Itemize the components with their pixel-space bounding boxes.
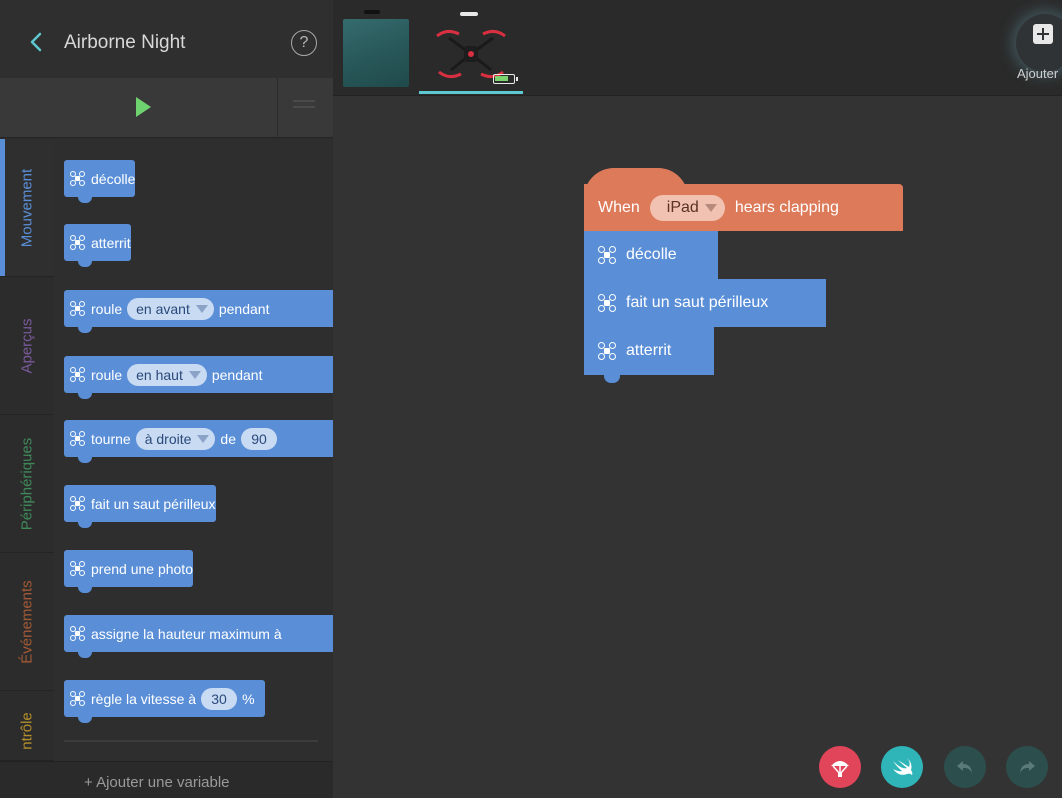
chevron-down-icon: [188, 370, 201, 379]
drone-icon: [70, 691, 85, 706]
tab-label: Mouvement: [18, 168, 36, 247]
drone-icon: [70, 431, 85, 446]
add-variable-label: + Ajouter une variable: [84, 774, 230, 791]
selected-indicator: [419, 91, 523, 94]
palette-block-roule-avant[interactable]: roule en avant pendant: [64, 290, 333, 333]
block-notch: [604, 375, 620, 383]
swift-button[interactable]: [881, 746, 923, 788]
block-label: atterrit: [626, 342, 672, 359]
redo-icon: [1020, 761, 1035, 773]
tab-indicator: [0, 139, 5, 276]
hat-when-label: When: [598, 198, 640, 216]
tab-label: Événements: [18, 579, 36, 664]
hat-event-label: hears clapping: [734, 198, 839, 216]
palette-block-saut[interactable]: fait un saut périlleux: [64, 485, 216, 528]
block-label: décolle: [91, 170, 136, 187]
undo-icon: [957, 761, 972, 773]
category-tabs: Mouvement Aperçus Périphériques Événemen…: [0, 139, 54, 761]
battery-level: [495, 76, 508, 81]
workspace-block-atterrit[interactable]: atterrit: [584, 327, 714, 375]
drone-thumbnail[interactable]: [419, 10, 523, 94]
palette-block-atterrit[interactable]: atterrit: [64, 224, 131, 267]
drone-icon: [70, 561, 85, 576]
header: Airborne Night ?: [0, 0, 333, 88]
page-indicator: [364, 10, 380, 14]
drone-icon: [70, 301, 85, 316]
tab-mouvement[interactable]: Mouvement: [0, 139, 54, 277]
camera-thumbnail[interactable]: [343, 19, 409, 87]
redo-button[interactable]: [1006, 746, 1048, 788]
direction-dropdown[interactable]: en haut: [127, 363, 207, 386]
drone-icon: [598, 246, 616, 264]
block-label: fait un saut périlleux: [626, 294, 769, 311]
tab-label: Aperçus: [18, 317, 36, 374]
undo-button[interactable]: [944, 746, 986, 788]
unit-label: %: [242, 690, 255, 707]
drone-icon: [70, 171, 85, 186]
palette-block-vitesse[interactable]: règle la vitesse à 30 %: [64, 680, 265, 723]
emergency-button[interactable]: [819, 746, 861, 788]
battery-icon: [493, 74, 518, 84]
project-title: Airborne Night: [64, 32, 186, 53]
tab-controle[interactable]: ntrôle: [0, 691, 54, 761]
block-label: fait un saut périlleux: [91, 495, 216, 512]
block-label: roule: [91, 300, 123, 317]
drone-icon: [70, 235, 85, 250]
add-variable-button[interactable]: + Ajouter une variable: [0, 761, 333, 798]
drone-icon: [70, 367, 85, 382]
plus-square-icon: [1033, 24, 1053, 44]
palette-block-hauteur[interactable]: assigne la hauteur maximum à: [64, 615, 333, 658]
direction-dropdown[interactable]: à droite: [135, 427, 216, 450]
tab-label: Périphériques: [18, 437, 36, 530]
chevron-down-icon: [195, 304, 208, 313]
help-icon[interactable]: ?: [291, 30, 317, 56]
device-strip: Ajouter: [333, 0, 1062, 96]
play-icon[interactable]: [136, 97, 151, 117]
chevron-down-icon: [197, 434, 210, 443]
tab-evenements[interactable]: Événements: [0, 553, 54, 691]
block-label: atterrit: [91, 234, 131, 251]
chevron-left-icon[interactable]: [26, 30, 46, 54]
add-device-button[interactable]: Ajouter: [1016, 14, 1062, 84]
drone-icon: [70, 626, 85, 641]
tab-label: ntrôle: [18, 712, 36, 750]
block-label: roule: [91, 366, 123, 383]
block-label: prend une photo: [91, 560, 193, 577]
block-label: pendant: [218, 300, 270, 317]
left-panel: Airborne Night ? Mouvement Aperçus Périp…: [0, 0, 333, 798]
run-bar: [0, 78, 333, 138]
palette-block-photo[interactable]: prend une photo: [64, 550, 193, 593]
chevron-down-icon: [704, 203, 717, 212]
event-block-clapping[interactable]: When iPad hears clapping: [584, 184, 903, 231]
block-label: pendant: [211, 366, 263, 383]
workspace-block-decolle[interactable]: décolle: [584, 231, 718, 279]
block-label: tourne: [91, 430, 131, 447]
menu-icon[interactable]: [293, 100, 315, 114]
block-label: règle la vitesse à: [91, 690, 197, 707]
divider: [277, 78, 278, 138]
app-root: Airborne Night ? Mouvement Aperçus Périp…: [0, 0, 1062, 798]
tab-apercus[interactable]: Aperçus: [0, 277, 54, 415]
drone-icon: [70, 496, 85, 511]
parachute-icon: [831, 761, 849, 777]
degrees-input[interactable]: 90: [240, 427, 277, 450]
speed-input[interactable]: 30: [201, 687, 238, 710]
palette-divider: [64, 740, 318, 742]
block-label: de: [220, 430, 236, 447]
block-palette: décolle atterrit roule en avant pendant …: [54, 139, 333, 761]
drone-icon: [598, 294, 616, 312]
direction-dropdown[interactable]: en avant: [127, 297, 214, 320]
tab-peripheriques[interactable]: Périphériques: [0, 415, 54, 553]
add-device-label: Ajouter: [1017, 66, 1059, 81]
workspace-block-saut[interactable]: fait un saut périlleux: [584, 279, 826, 327]
device-dropdown[interactable]: iPad: [649, 194, 725, 221]
drone-icon: [598, 342, 616, 360]
block-label: assigne la hauteur maximum à: [91, 625, 282, 642]
palette-block-roule-haut[interactable]: roule en haut pendant: [64, 356, 333, 399]
palette-block-tourne[interactable]: tourne à droite de 90: [64, 420, 333, 463]
swift-icon: [893, 758, 913, 775]
block-label: décolle: [626, 246, 677, 263]
palette-block-decolle[interactable]: décolle: [64, 160, 136, 203]
